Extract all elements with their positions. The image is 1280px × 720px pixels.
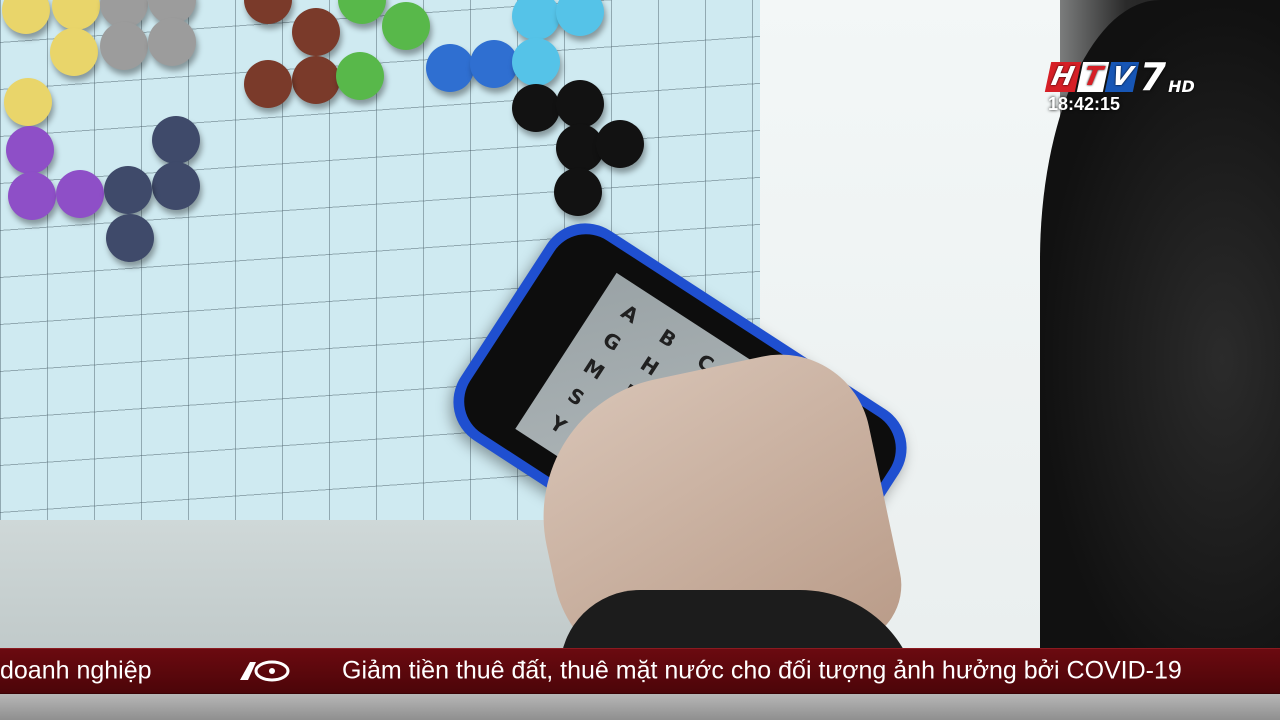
ticker-separator-icon (236, 658, 292, 684)
board-tile-yellow (50, 28, 98, 76)
logo-letter: T (1076, 62, 1109, 92)
board-tile-black (556, 80, 604, 128)
channel-logo: H T V 7 HD (1044, 55, 1195, 99)
ticker-current-headline: Giảm tiền thuê đất, thuê mặt nước cho đố… (342, 656, 1182, 685)
logo-letter: H (1044, 62, 1081, 92)
ticker-previous-headline: doanh nghiệp (0, 656, 152, 685)
board-tile-black (554, 168, 602, 216)
board-tile-blue (470, 40, 518, 88)
video-frame: ABCDEFGHIJKLMNOPQRSTUVWXYZ H T V 7 HD 18… (0, 0, 1280, 720)
logo-hd-suffix: HD (1168, 77, 1195, 96)
channel-logo-badge: H T V 7 HD (1044, 55, 1195, 99)
board-tile-cyan (512, 38, 560, 86)
board-tile-grey (148, 18, 196, 66)
board-tile-blue (426, 44, 474, 92)
board-tile-navy (152, 116, 200, 164)
logo-number: 7 (1139, 55, 1167, 99)
board-tile-brown (244, 60, 292, 108)
board-tile-yellow (4, 78, 52, 126)
board-tile-purple (56, 170, 104, 218)
board-tile-grey (100, 22, 148, 70)
board-tile-navy (152, 162, 200, 210)
board-tile-green (336, 52, 384, 100)
bottom-strip (0, 694, 1280, 720)
board-tile-black (512, 84, 560, 132)
broadcast-clock: 18:42:15 (1048, 94, 1121, 114)
board-tile-black (596, 120, 644, 168)
board-tile-brown (292, 56, 340, 104)
logo-letter: V (1104, 62, 1139, 92)
board-tile-green (382, 2, 430, 50)
news-ticker: doanh nghiệp Giảm tiền thuê đất, thuê mặ… (0, 648, 1280, 694)
board-tile-purple (8, 172, 56, 220)
board-tile-navy (106, 214, 154, 262)
board-tile-brown (292, 8, 340, 56)
board-tile-navy (104, 166, 152, 214)
board-tile-purple (6, 126, 54, 174)
